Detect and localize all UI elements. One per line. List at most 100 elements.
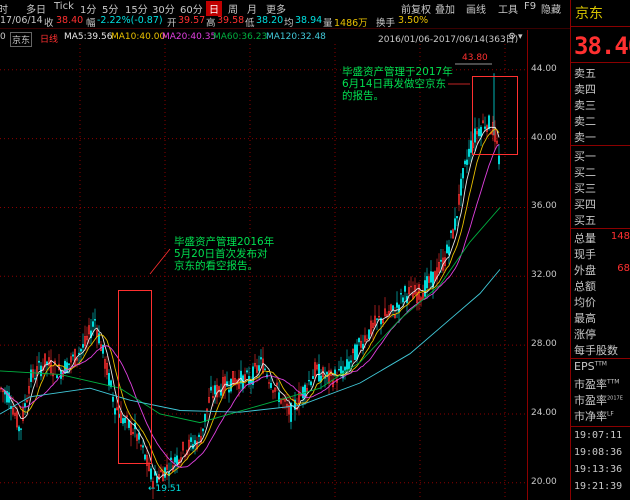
candle-body (430, 271, 432, 283)
bid4-label: 买四 (574, 198, 596, 211)
candle-body (358, 338, 360, 343)
f9-button[interactable]: F9 (524, 1, 536, 12)
period-toolbar: 时 多日 Tick 1分 5分 15分 30分 60分 日 周 月 更多 前复权… (0, 0, 630, 16)
candle-body (264, 368, 266, 370)
candle-body (344, 366, 346, 371)
code-prefix: 0 (0, 32, 6, 42)
candle-body (368, 329, 370, 339)
candle-body (440, 259, 442, 262)
candle-body (424, 280, 426, 297)
candle-body (210, 386, 212, 391)
high-marker-label: 43.80 (462, 53, 488, 63)
candle-body (376, 318, 378, 320)
highest-label: 最高 (574, 312, 596, 325)
annotation-2016-line3: 京东的看空报告。 (174, 260, 258, 272)
candle-body (354, 344, 356, 361)
annotation-2017-line1: 毕盛资产管理于2017年 (342, 66, 453, 78)
y-tick-label: 20.00 (531, 476, 557, 487)
current-hand-label: 现手 (574, 248, 596, 261)
candle-body (308, 379, 310, 382)
candle-body (226, 381, 228, 387)
candle-body (202, 428, 204, 432)
candle-body (34, 378, 36, 380)
candle-body (72, 354, 74, 357)
candle-body (450, 230, 452, 234)
candlestick-chart[interactable] (0, 44, 527, 500)
candle-body (68, 363, 70, 366)
price-axis: 44.00 40.00 36.00 32.00 28.00 24.00 20.00 (527, 30, 571, 500)
candle-body (156, 476, 158, 483)
ma10-value: MA10:40.00 (111, 32, 166, 42)
candle-body (318, 364, 320, 382)
candle-body (312, 376, 314, 379)
candle-body (228, 389, 230, 393)
y-tick-label: 44.00 (531, 63, 557, 74)
ask5-label: 卖五 (574, 67, 596, 80)
candle-body (176, 455, 178, 465)
candle-body (348, 361, 350, 369)
candle-body (402, 297, 404, 303)
candle-body (260, 357, 262, 360)
volume-value: 1486万 (334, 18, 368, 29)
bid2-label: 买二 (574, 166, 596, 179)
candle-body (350, 360, 352, 363)
close-value: 38.40 (56, 15, 84, 26)
candle-body (310, 381, 312, 386)
annotation-2016-pointer (149, 248, 171, 275)
change-label: 幅 (86, 18, 96, 29)
y-tick-label: 28.00 (531, 339, 557, 350)
lot-size-label: 每手股数 (574, 344, 618, 357)
candle-body (170, 457, 172, 460)
candle-body (498, 155, 500, 165)
candle-body (94, 319, 96, 321)
divider (571, 426, 630, 427)
last-price: 38.40 (574, 32, 630, 60)
moving-average-bar: 0 京东 日线 MA5:39.56 MA10:40.00 MA20:40.35 … (0, 30, 570, 47)
candle-body (252, 366, 254, 385)
candle-body (304, 384, 306, 398)
high-label: 高 (206, 18, 216, 29)
candle-body (190, 437, 192, 442)
dropdown-icon[interactable]: ▾ (518, 32, 523, 42)
eps-text: EPS (574, 360, 595, 373)
settings-icon[interactable]: ⚙ (508, 32, 516, 42)
high-value: 39.58 (217, 15, 245, 26)
pe-2017e-label: 市盈率2017E (574, 392, 623, 408)
candle-body (112, 396, 114, 402)
first-report-highlight (118, 290, 152, 464)
low-marker-value: 19.51 (155, 484, 182, 494)
avg-price-label: 均价 (574, 296, 596, 309)
y-tick-label: 24.00 (531, 407, 557, 418)
total-volume-value: 148 (610, 231, 630, 242)
pe-ttm-sup: TTM (607, 378, 620, 386)
candle-body (80, 348, 82, 352)
candle-body (30, 369, 32, 382)
y-tick-label: 36.00 (531, 201, 557, 212)
candle-body (82, 344, 84, 348)
tick-time-2: 19:08:36 (574, 447, 623, 458)
candle-body (38, 360, 40, 363)
avg-value: 38.94 (295, 15, 323, 26)
ask4-label: 卖四 (574, 83, 596, 96)
candle-body (464, 160, 466, 165)
candle-body (468, 148, 470, 157)
divider (571, 62, 630, 63)
annotation-2016: 毕盛资产管理2016年 5月20日首次发布对 京东的看空报告。 (174, 236, 274, 272)
tick-time-3: 19:13:36 (574, 464, 623, 475)
candle-body (258, 365, 260, 371)
quote-info-bar: 17/06/14 收 38.40 幅 -2.22%(-0.87) 开 39.57… (0, 14, 570, 29)
candle-body (92, 321, 94, 327)
pe-2017e-sup: 2017E (607, 395, 623, 402)
candle-body (454, 218, 456, 230)
limit-up-label: 涨停 (574, 328, 596, 341)
candle-body (20, 428, 22, 430)
turnover-value: 3.50% (398, 15, 429, 26)
stock-name: 京东 (575, 6, 603, 22)
annotation-2017-line2: 6月14日再发做空京东 (342, 78, 447, 90)
candle-body (270, 382, 272, 388)
candle-body (396, 302, 398, 308)
tab-tick[interactable]: Tick (54, 1, 74, 12)
pe-ttm-label: 市盈率TTM (574, 376, 619, 392)
candles (0, 73, 500, 499)
ask3-label: 卖三 (574, 99, 596, 112)
